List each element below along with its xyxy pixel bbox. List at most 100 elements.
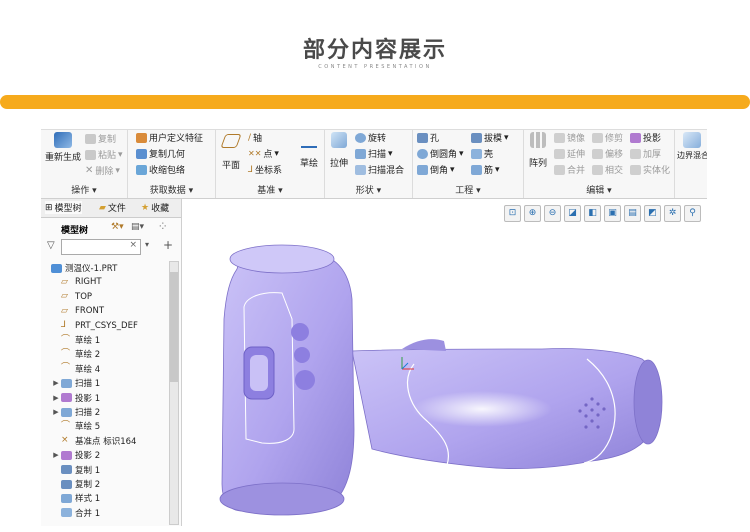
tree-item[interactable]: ⌒ 草绘 4 (51, 362, 100, 376)
plane-icon (220, 134, 242, 148)
swept-blend-button[interactable]: 扫描混合 (355, 163, 404, 176)
expand-arrow-icon[interactable]: ▶ (51, 408, 61, 416)
paste-button[interactable]: 粘贴 ▾ (85, 148, 123, 161)
graphics-viewport[interactable]: ⊡ ⊕ ⊖ ◪ ◧ ▣ ▤ ◩ ✲ ⚲ (182, 199, 707, 526)
tree-item-label: 草绘 5 (75, 422, 101, 433)
boundary-blend-button[interactable]: 边界混合 (677, 132, 707, 161)
revolve-button[interactable]: 旋转 (355, 131, 386, 144)
sketch-button[interactable]: 草绘 (296, 132, 322, 169)
add-filter-icon[interactable]: + (163, 238, 173, 252)
solidify-button[interactable]: 实体化 (630, 163, 670, 176)
group-title-operation[interactable]: 操作 ▾ (41, 183, 127, 196)
trim-button[interactable]: 修剪 (592, 131, 623, 144)
copy-geometry-button[interactable]: 复制几何 (136, 147, 185, 160)
tree-item[interactable]: 合并 1 (51, 506, 100, 520)
axis-button[interactable]: / 轴 (248, 131, 262, 145)
round-button[interactable]: 倒圆角 ▾ (417, 147, 464, 160)
shrinkwrap-button[interactable]: 收缩包络 (136, 163, 185, 176)
filter-dropdown-icon[interactable]: ▾ (145, 240, 149, 249)
tree-item[interactable]: ▶ 扫描 2 (51, 405, 100, 419)
intersect-button[interactable]: 相交 (592, 163, 623, 176)
tree-scrollbar[interactable] (169, 261, 179, 525)
tree-item-label: 草绘 2 (75, 350, 101, 361)
group-title-datum[interactable]: 基准 ▾ (216, 183, 324, 196)
merge-button[interactable]: 合并 (554, 163, 585, 176)
pattern-button[interactable]: 阵列 (526, 132, 550, 169)
sweep-icon (355, 148, 366, 159)
merge-icon (61, 508, 72, 518)
chamfer-button[interactable]: 倒角 ▾ (417, 163, 455, 176)
tree-item[interactable]: ⌒ 草绘 2 (51, 347, 100, 361)
tree-item[interactable]: 复制 2 (51, 477, 100, 491)
expand-arrow-icon[interactable]: ▶ (51, 379, 61, 387)
regenerate-button[interactable]: 重新生成 (43, 132, 83, 163)
tree-scrollbar-thumb[interactable] (170, 272, 178, 382)
udf-button[interactable]: 用户定义特征 (136, 131, 203, 144)
hole-button[interactable]: 孔 (417, 131, 439, 144)
expand-arrow-icon[interactable]: ▶ (51, 451, 61, 459)
filter-input[interactable]: × (61, 239, 141, 255)
tab-files[interactable]: ▰ 文件 (99, 201, 126, 215)
tree-item[interactable]: ▱ TOP (51, 290, 92, 304)
tree-item[interactable]: × 基准点 标识164 (51, 434, 136, 448)
extend-button[interactable]: 延伸 (554, 147, 585, 160)
group-title-engineering[interactable]: 工程 ▾ (413, 183, 523, 196)
project-icon (61, 450, 72, 460)
tree-item[interactable]: 测温仪-1.PRT (41, 261, 117, 275)
tree-settings-icon[interactable]: ⚒▾ (111, 222, 124, 232)
mirror-button[interactable]: 镜像 (554, 131, 585, 144)
style-icon (61, 493, 72, 503)
extend-icon (554, 148, 565, 159)
delete-button[interactable]: ✕ 删除 ▾ (85, 164, 120, 177)
clear-filter-icon[interactable]: × (129, 240, 137, 250)
tab-favorites[interactable]: ★ 收藏 (141, 201, 169, 215)
tree-item-label: 复制 1 (75, 465, 101, 476)
thicken-button[interactable]: 加厚 (630, 147, 661, 160)
expand-arrow-icon[interactable]: ▶ (51, 394, 61, 402)
group-title-edit[interactable]: 编辑 ▾ (524, 183, 674, 196)
solidify-icon (630, 164, 641, 175)
draft-button[interactable]: 拔模 ▾ (471, 131, 509, 144)
sketch-icon: ⌒ (61, 420, 71, 431)
find-icon[interactable]: ⁘ (159, 222, 167, 232)
tab-model-tree[interactable]: ⊞ 模型树 (45, 201, 82, 214)
rib-button[interactable]: 筋 ▾ (471, 163, 500, 176)
tree-item[interactable]: ▶ 扫描 1 (51, 376, 100, 390)
filter-icon[interactable]: ▽ (47, 240, 55, 251)
copy-icon (85, 133, 96, 144)
extrude-button[interactable]: 拉伸 (327, 132, 351, 169)
group-title-get-data[interactable]: 获取数据 ▾ (128, 183, 215, 196)
tree-item-label: 草绘 1 (75, 336, 101, 346)
tree-item[interactable]: ⅃ PRT_CSYS_DEF (51, 319, 138, 333)
show-options-icon[interactable]: ▤▾ (131, 222, 144, 232)
sweep-button[interactable]: 扫描 ▾ (355, 147, 393, 160)
udf-icon (136, 132, 147, 143)
offset-button[interactable]: 偏移 (592, 147, 623, 160)
ribbon-group-edit: 阵列 镜像 修剪 投影 延伸 偏移 加厚 合并 相交 实体化 编辑 ▾ (524, 130, 675, 198)
tree-item[interactable]: ▱ RIGHT (51, 275, 102, 289)
intersect-icon (592, 164, 603, 175)
csys-button[interactable]: ⅃ 坐标系 (248, 163, 282, 177)
shell-button[interactable]: 壳 (471, 147, 493, 160)
point-button[interactable]: ✕✕ 点 ▾ (248, 147, 279, 161)
tree-item-label: 合并 1 (75, 508, 101, 519)
plane-button[interactable]: 平面 (218, 132, 244, 171)
project-button[interactable]: 投影 (630, 131, 661, 144)
sketch-icon: ⌒ (61, 348, 71, 359)
tree-item[interactable]: 复制 1 (51, 463, 100, 477)
tree-item-label: 草绘 4 (75, 364, 101, 375)
tree-item[interactable]: ▶ 投影 1 (51, 391, 100, 405)
tree-filter: ▽ × ▾ + (47, 238, 179, 255)
tree-item-label: TOP (75, 291, 93, 302)
tree-item[interactable]: ⌒ 草绘 5 (51, 419, 100, 433)
copy-button[interactable]: 复制 (85, 132, 116, 145)
datum-plane-icon: ▱ (61, 305, 68, 316)
thermometer-gun-model[interactable] (182, 199, 707, 526)
group-title-shape[interactable]: 形状 ▾ (325, 183, 412, 196)
tree-item[interactable]: ▶ 投影 2 (51, 448, 100, 462)
rib-icon (471, 164, 482, 175)
tree-item[interactable]: 样式 1 (51, 491, 100, 505)
model-base (219, 482, 345, 516)
tree-item[interactable]: ⌒ 草绘 1 (51, 333, 100, 347)
tree-item[interactable]: ▱ FRONT (51, 304, 104, 318)
